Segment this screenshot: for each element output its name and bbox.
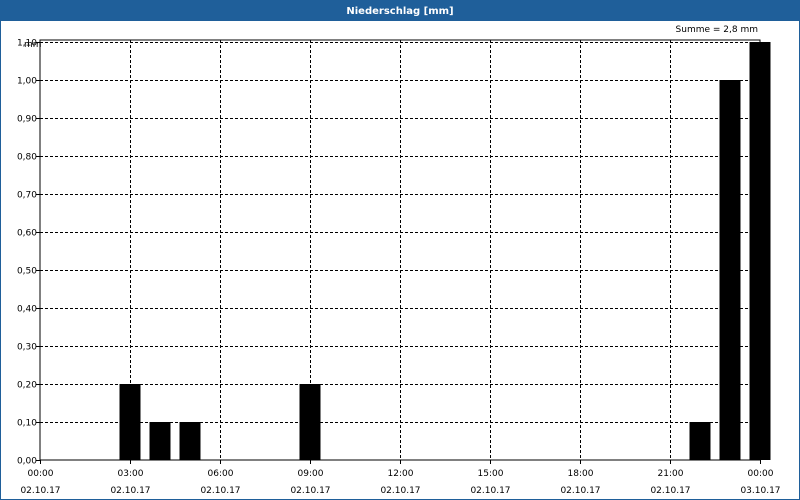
x-tick-date-label: 03.10.17	[740, 486, 780, 496]
y-tick-label: 0,40	[17, 305, 37, 315]
y-tick-label: 0,00	[17, 457, 37, 467]
precipitation-bar	[749, 42, 771, 460]
precipitation-bar	[719, 80, 741, 460]
x-tick-date-label: 02.10.17	[380, 486, 420, 496]
precipitation-bar	[299, 384, 321, 460]
y-tick-label: 0,80	[17, 153, 37, 163]
x-tick-time-label: 00:00	[28, 469, 54, 479]
x-tick-time-label: 00:00	[748, 469, 774, 479]
y-tick-label: 1,00	[17, 77, 37, 87]
precipitation-bar	[179, 422, 201, 460]
x-tick-date-label: 02.10.17	[650, 486, 690, 496]
x-tick-date-label: 02.10.17	[290, 486, 330, 496]
x-tick-time-label: 06:00	[208, 469, 234, 479]
x-tick-time-label: 09:00	[298, 469, 324, 479]
precipitation-bar	[149, 422, 171, 460]
y-tick-label: 0,50	[17, 267, 37, 277]
x-tick-time-label: 03:00	[118, 469, 144, 479]
y-tick-label: 0,20	[17, 381, 37, 391]
y-tick-label: 0,90	[17, 115, 37, 125]
x-tick-date-label: 02.10.17	[560, 486, 600, 496]
precipitation-chart: 0,00 0,10 0,20 0,30 0,40 0,50 0,60 0,70 0,80 0,90…	[17, 39, 781, 497]
x-tick-time-label: 18:00	[568, 469, 594, 479]
x-tick-date-label: 02.10.17	[470, 486, 510, 496]
y-tick-label: 0,60	[17, 229, 37, 239]
x-tick-time-label: 12:00	[388, 469, 414, 479]
precipitation-bar	[689, 422, 711, 460]
y-tick-label: 0,30	[17, 343, 37, 353]
x-tick-time-label: 15:00	[478, 469, 504, 479]
precipitation-bar	[119, 384, 141, 460]
x-tick-time-label: 21:00	[658, 469, 684, 479]
x-tick-date-label: 02.10.17	[200, 486, 240, 496]
y-tick-label: 1,10	[17, 39, 37, 49]
x-tick-date-label: 02.10.17	[110, 486, 150, 496]
x-tick-date-label: 02.10.17	[20, 486, 60, 496]
y-tick-label: 0,70	[17, 191, 37, 201]
y-tick-label: 0,10	[17, 419, 37, 429]
